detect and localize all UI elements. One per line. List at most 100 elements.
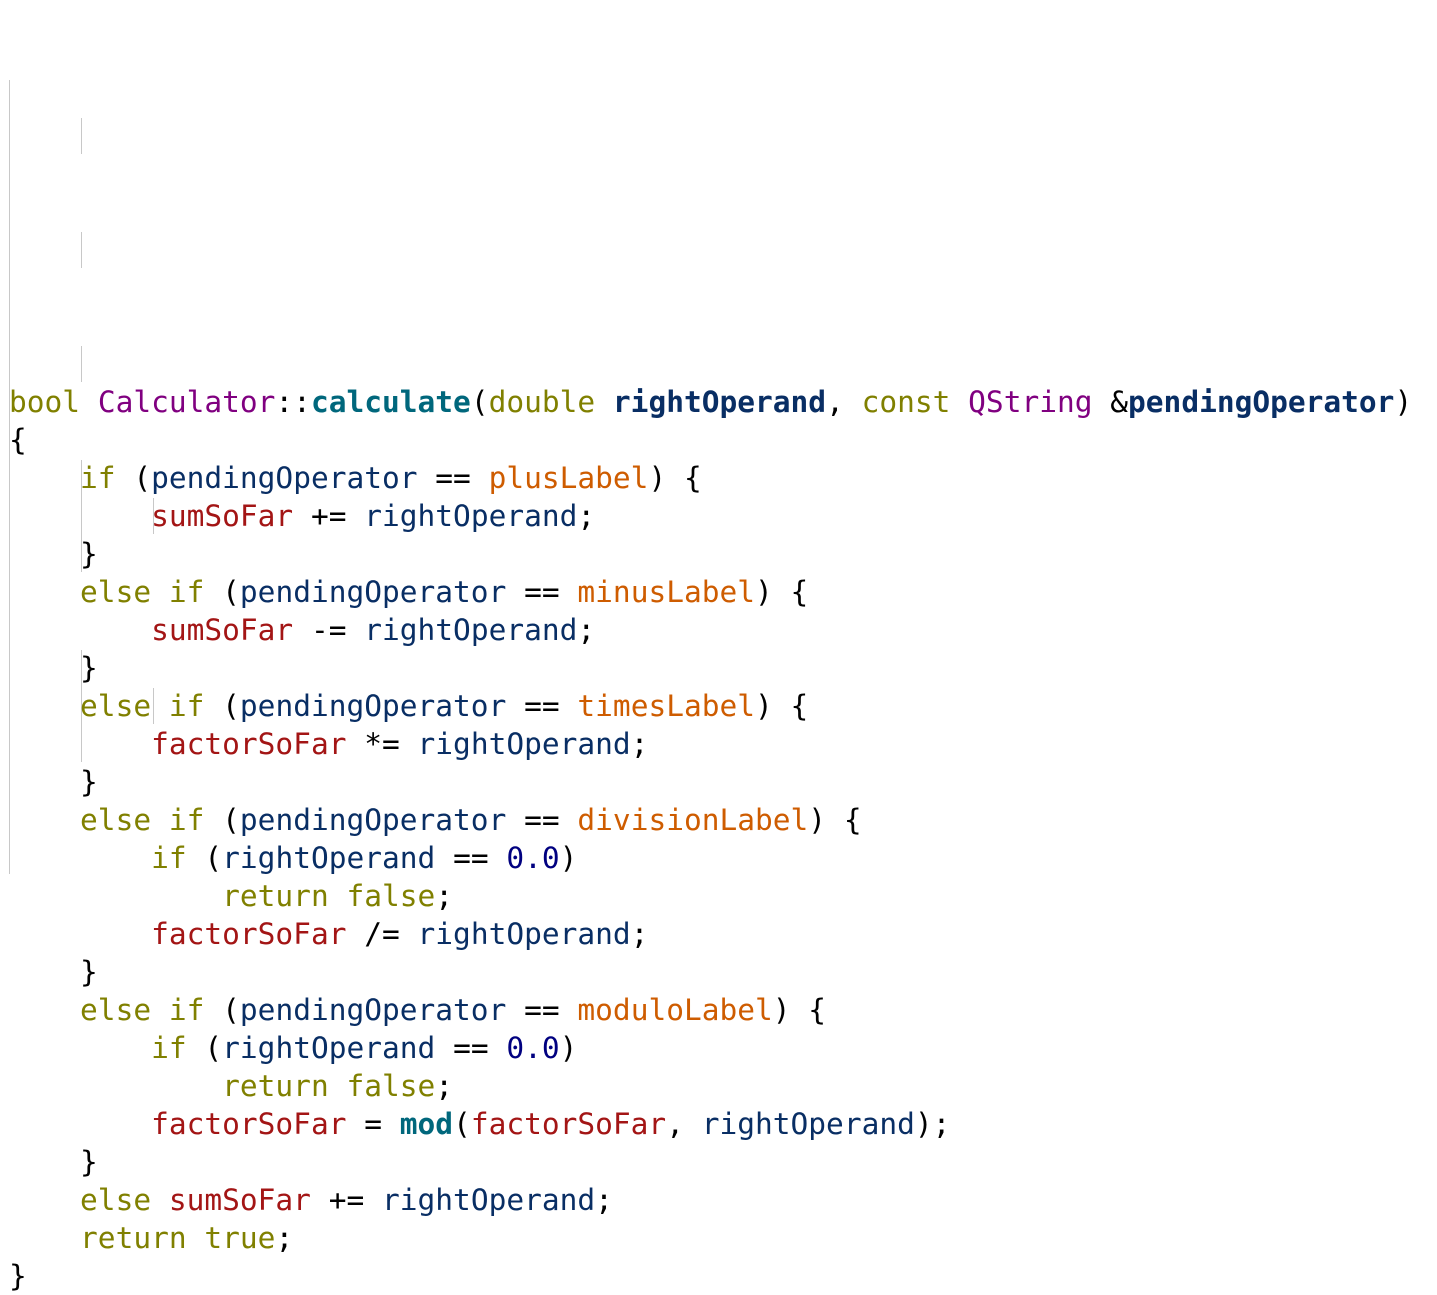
punctuation-token: ; (435, 879, 454, 913)
punctuation-token: ; (630, 917, 649, 951)
punctuation-token (9, 1221, 80, 1255)
operator-token: /= (364, 917, 400, 951)
code-line[interactable]: if (rightOperand == 0.0) (9, 1029, 1437, 1067)
parameter-declaration-token: rightOperand (612, 385, 827, 419)
code-line[interactable]: factorSoFar /= rightOperand; (9, 915, 1437, 953)
punctuation-token: ( (115, 461, 152, 495)
code-line[interactable]: else if (pendingOperator == timesLabel) … (9, 687, 1437, 725)
code-line[interactable]: else if (pendingOperator == moduloLabel)… (9, 991, 1437, 1029)
code-line[interactable]: else if (pendingOperator == divisionLabe… (9, 801, 1437, 839)
code-line[interactable]: bool Calculator::calculate(double rightO… (9, 383, 1437, 421)
code-line[interactable]: factorSoFar *= rightOperand; (9, 725, 1437, 763)
punctuation-token: , (826, 385, 862, 419)
punctuation-token (364, 1183, 382, 1217)
keyword-token: if (151, 1031, 187, 1065)
punctuation-token (471, 461, 489, 495)
code-line[interactable]: } (9, 535, 1437, 573)
punctuation-token: ; (577, 613, 596, 647)
keyword-token: if (168, 803, 205, 837)
keyword-token: true (204, 1221, 276, 1255)
enum-label-token: moduloLabel (577, 993, 773, 1027)
punctuation-token (9, 879, 222, 913)
function-name-token: mod (399, 1107, 454, 1141)
code-line[interactable]: } (9, 953, 1437, 991)
parameter-token: rightOperand (417, 917, 631, 951)
operator-token: -= (310, 613, 347, 647)
punctuation-token (400, 727, 418, 761)
punctuation-token (9, 613, 151, 647)
punctuation-token (435, 841, 453, 875)
punctuation-token: ); (914, 1107, 951, 1141)
operator-token: == (453, 841, 489, 875)
code-line[interactable]: else if (pendingOperator == minusLabel) … (9, 573, 1437, 611)
code-line[interactable]: sumSoFar += rightOperand; (9, 497, 1437, 535)
operator-token: *= (364, 727, 400, 761)
code-line[interactable]: if (rightOperand == 0.0) (9, 839, 1437, 877)
code-line[interactable]: } (9, 1143, 1437, 1181)
punctuation-token (346, 499, 364, 533)
parameter-token: pendingOperator (239, 993, 507, 1027)
punctuation-token (9, 993, 80, 1027)
punctuation-token: , (666, 1107, 702, 1141)
punctuation-token (311, 1183, 329, 1217)
parameter-token: rightOperand (701, 1107, 915, 1141)
keyword-token: if (168, 575, 205, 609)
punctuation-token (506, 575, 524, 609)
punctuation-token: ; (577, 499, 596, 533)
punctuation-token (9, 499, 151, 533)
operator-token: += (310, 499, 347, 533)
punctuation-token: ) (559, 841, 578, 875)
punctuation-token: ( (204, 689, 240, 723)
punctuation-token (187, 1221, 205, 1255)
code-line[interactable]: } (9, 649, 1437, 687)
keyword-token: if (80, 461, 116, 495)
punctuation-token: } (9, 1259, 27, 1293)
operator-token: == (524, 803, 560, 837)
keyword-token: false (346, 1069, 436, 1103)
punctuation-token (346, 917, 364, 951)
punctuation-token (9, 727, 151, 761)
operator-token: == (524, 689, 560, 723)
keyword-token: else (80, 993, 152, 1027)
punctuation-token: ) { (648, 461, 702, 495)
punctuation-token (151, 689, 169, 723)
punctuation-token: ; (275, 1221, 294, 1255)
member-variable-token: sumSoFar (151, 499, 294, 533)
code-line[interactable]: sumSoFar -= rightOperand; (9, 611, 1437, 649)
code-line[interactable]: return false; (9, 1067, 1437, 1105)
code-line[interactable]: } (9, 1257, 1437, 1295)
enum-label-token: divisionLabel (577, 803, 809, 837)
code-line[interactable]: { (9, 421, 1437, 459)
punctuation-token: ) { (808, 803, 862, 837)
code-line[interactable]: } (9, 763, 1437, 801)
code-line[interactable]: else sumSoFar += rightOperand; (9, 1181, 1437, 1219)
member-variable-token: sumSoFar (151, 613, 294, 647)
code-editor[interactable]: bool Calculator::calculate(double rightO… (0, 0, 1437, 1293)
punctuation-token (489, 841, 507, 875)
punctuation-token (382, 1107, 400, 1141)
punctuation-token (9, 1107, 151, 1141)
punctuation-token (346, 1107, 364, 1141)
punctuation-token: ( (204, 993, 240, 1027)
code-line[interactable]: return true; (9, 1219, 1437, 1257)
enum-label-token: minusLabel (577, 575, 756, 609)
code-line[interactable]: factorSoFar = mod(factorSoFar, rightOper… (9, 1105, 1437, 1143)
punctuation-token: ( (186, 841, 223, 875)
punctuation-token (560, 803, 578, 837)
keyword-token: else (80, 1183, 152, 1217)
type-name-token: QString (968, 385, 1093, 419)
punctuation-token: ( (453, 1107, 471, 1141)
punctuation-token (560, 993, 578, 1027)
punctuation-token: ) (559, 1031, 578, 1065)
punctuation-token (595, 385, 613, 419)
keyword-token: return (80, 1221, 187, 1255)
keyword-token: return (222, 1069, 329, 1103)
parameter-token: rightOperand (364, 613, 578, 647)
code-line[interactable]: if (pendingOperator == plusLabel) { (9, 459, 1437, 497)
code-line[interactable]: return false; (9, 877, 1437, 915)
punctuation-token (346, 613, 364, 647)
punctuation-token: ) (1394, 385, 1413, 419)
operator-token: == (435, 461, 471, 495)
punctuation-token: ; (435, 1069, 454, 1103)
operator-token: == (524, 993, 560, 1027)
